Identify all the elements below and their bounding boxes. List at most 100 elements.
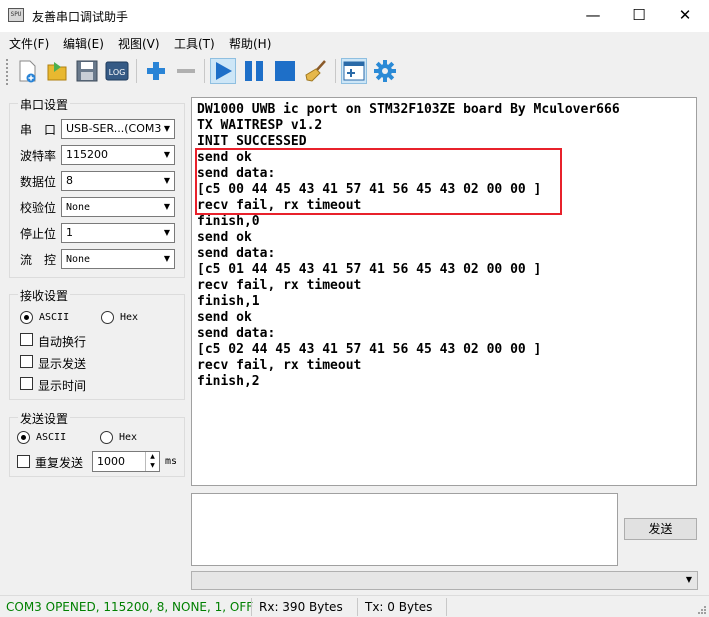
zoom-out-icon[interactable] [173,58,199,84]
repeat-send-checkbox[interactable] [17,455,30,468]
save-icon[interactable] [74,58,100,84]
window-title: 友善串口调试助手 [32,10,129,24]
receive-hex-radio[interactable] [101,311,114,324]
receive-line: recv fail, rx timeout [197,358,362,373]
receive-settings-group [9,294,185,400]
parity-select[interactable]: None ▼ [61,197,175,217]
log-icon-text: LOG [109,68,126,77]
send-ascii-radio[interactable] [17,431,30,444]
menu-view[interactable]: 视图(V) [118,35,160,52]
data-bits-value: 8 [66,174,73,187]
minimize-button[interactable]: — [570,0,616,31]
repeat-send-label: 重复发送 [35,456,84,470]
broom-clear-icon[interactable] [304,58,330,84]
chevron-down-icon: ▼ [163,150,170,159]
resize-grip-icon[interactable] [697,605,707,615]
open-folder-icon[interactable] [44,58,70,84]
receive-ascii-radio[interactable] [20,311,33,324]
receive-ascii-label: ASCII [39,312,70,323]
chevron-down-icon: ▼ [163,176,170,185]
receive-line: send data: [197,326,276,341]
play-icon[interactable] [210,58,236,84]
flow-control-value: None [66,254,91,265]
chevron-down-icon: ▼ [163,254,170,263]
parity-label: 校验位 [20,201,57,215]
pause-icon[interactable] [241,58,267,84]
data-bits-label: 数据位 [20,175,57,189]
status-separator [446,598,447,616]
stop-icon[interactable] [272,58,298,84]
send-settings-title: 发送设置 [18,410,71,427]
send-hex-radio[interactable] [100,431,113,444]
interval-spinner[interactable]: ▲ ▼ [145,452,159,471]
spin-down-icon[interactable]: ▼ [146,461,159,470]
toolbar: LOG [0,55,709,88]
toolbar-separator [335,59,336,83]
receive-line: finish,1 [197,294,260,309]
repeat-interval-input[interactable]: 1000 ▲ ▼ [92,451,160,472]
baud-value: 115200 [66,148,108,161]
chevron-down-icon: ▼ [163,124,170,133]
status-separator [251,598,252,616]
show-time-label: 显示时间 [38,379,87,393]
receive-line: send data: [197,246,276,261]
receive-line: recv fail, rx timeout [197,278,362,293]
show-time-checkbox[interactable] [20,377,33,390]
port-select[interactable]: USB-SER...(COM3 ▼ [61,119,175,139]
receive-settings-title: 接收设置 [18,287,71,304]
send-ascii-label: ASCII [36,432,67,443]
toolbar-separator [136,59,137,83]
flow-control-label: 流 控 [20,253,57,267]
rx-count-text: Rx: 390 Bytes [259,600,343,614]
menu-bar: 文件(F) 编辑(E) 视图(V) 工具(T) 帮助(H) [0,32,709,54]
log-icon[interactable]: LOG [104,58,130,84]
menu-tools[interactable]: 工具(T) [174,35,215,52]
interval-unit-label: ms [165,456,178,467]
port-status-text: COM3 OPENED, 115200, 8, NONE, 1, OFF [6,600,254,614]
send-text-input[interactable] [191,493,618,566]
menu-file[interactable]: 文件(F) [9,35,49,52]
send-hex-label: Hex [119,432,138,443]
receive-line: DW1000 UWB ic port on STM32F103ZE board … [197,102,620,117]
baud-select[interactable]: 115200 ▼ [61,145,175,165]
auto-wrap-label: 自动换行 [38,335,87,349]
settings-gear-icon[interactable] [372,58,398,84]
stop-bits-value: 1 [66,226,73,239]
status-separator [357,598,358,616]
status-bar: COM3 OPENED, 115200, 8, NONE, 1, OFF Rx:… [0,595,709,617]
data-bits-select[interactable]: 8 ▼ [61,171,175,191]
stop-bits-select[interactable]: 1 ▼ [61,223,175,243]
menu-help[interactable]: 帮助(H) [229,35,271,52]
chevron-down-icon: ▼ [163,228,170,237]
zoom-in-icon[interactable] [143,58,169,84]
show-send-checkbox[interactable] [20,355,33,368]
chevron-down-icon: ▼ [685,575,692,584]
flow-control-select[interactable]: None ▼ [61,249,175,269]
tx-count-text: Tx: 0 Bytes [365,600,433,614]
receive-line: TX WAITRESP v1.2 [197,118,323,133]
send-history-dropdown[interactable]: ▼ [191,571,698,590]
receive-hex-label: Hex [120,312,139,323]
menu-edit[interactable]: 编辑(E) [63,35,104,52]
parity-value: None [66,202,91,213]
receive-line: [c5 02 44 45 43 41 57 41 56 45 43 02 00 … [197,342,542,357]
send-button[interactable]: 发送 [624,518,697,540]
receive-line: send ok [197,310,252,325]
close-button[interactable]: ✕ [662,0,708,31]
serial-settings-title: 串口设置 [18,96,71,113]
maximize-button[interactable]: ☐ [616,0,662,31]
stop-bits-label: 停止位 [20,227,57,241]
add-window-icon[interactable] [341,58,367,84]
auto-wrap-checkbox[interactable] [20,333,33,346]
new-doc-icon[interactable] [14,58,40,84]
chevron-down-icon: ▼ [163,202,170,211]
show-send-label: 显示发送 [38,357,87,371]
receive-line: finish,2 [197,374,260,389]
highlight-annotation-box [195,148,562,215]
repeat-interval-value: 1000 [97,455,125,468]
app-icon: SPU [8,8,24,22]
title-bar: SPU 友善串口调试助手 — ☐ ✕ [0,0,709,32]
port-label: 串 口 [20,123,57,137]
spin-up-icon[interactable]: ▲ [146,452,159,461]
receive-line: [c5 01 44 45 43 41 57 41 56 45 43 02 00 … [197,262,542,277]
